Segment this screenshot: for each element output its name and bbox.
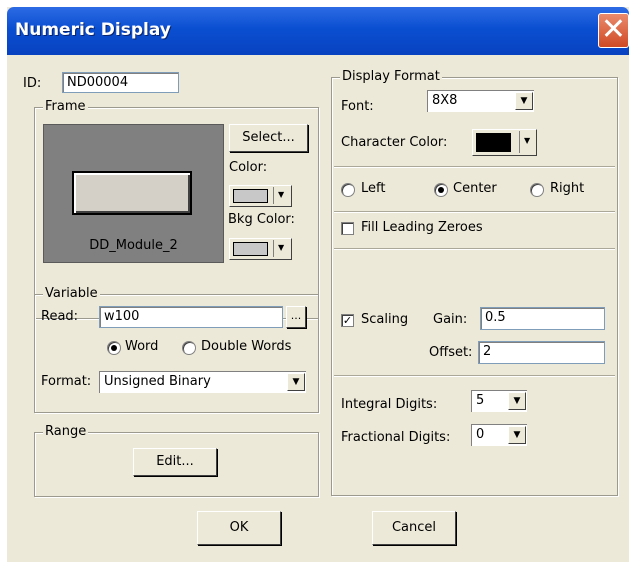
title-bar[interactable]: Numeric Display ✕ xyxy=(7,7,629,55)
chevron-down-icon: ▼ xyxy=(287,373,305,391)
chevron-down-icon: ▼ xyxy=(278,243,285,252)
align-right-label: Right xyxy=(550,181,585,196)
bkg-color-picker[interactable]: ▼ xyxy=(229,238,292,260)
select-frame-button[interactable]: Select... xyxy=(229,124,308,152)
edit-range-button[interactable]: Edit... xyxy=(133,448,217,476)
fill-zeroes-checkbox[interactable] xyxy=(341,222,354,235)
bkg-color-swatch xyxy=(233,242,268,256)
color-label: Color: xyxy=(229,160,268,175)
offset-input[interactable]: 2 xyxy=(478,341,605,364)
browse-button[interactable]: ... xyxy=(286,306,306,328)
separator xyxy=(334,211,615,213)
integral-digits-value: 5 xyxy=(476,393,485,408)
frame-preview-name: DD_Module_2 xyxy=(89,238,178,253)
offset-label: Offset: xyxy=(429,345,473,360)
fractional-digits-label: Fractional Digits: xyxy=(341,430,451,445)
font-value: 8X8 xyxy=(432,93,458,108)
variable-group: Variable Read: w100 ... Word Double Word… xyxy=(34,286,319,413)
char-color-swatch xyxy=(476,133,511,152)
read-label: Read: xyxy=(41,309,79,324)
picker-separator xyxy=(273,240,274,257)
integral-digits-label: Integral Digits: xyxy=(341,397,438,412)
fractional-digits-value: 0 xyxy=(476,427,485,442)
align-center-radio[interactable] xyxy=(434,183,448,197)
font-select[interactable]: 8X8 ▼ xyxy=(427,90,534,112)
scaling-checkbox[interactable]: ✓ xyxy=(341,314,354,327)
fractional-digits-select[interactable]: 0 ▼ xyxy=(471,424,527,446)
chevron-down-icon: ▼ xyxy=(515,92,533,110)
dialog-title: Numeric Display xyxy=(15,20,171,40)
read-input[interactable]: w100 xyxy=(99,306,283,328)
format-select[interactable]: Unsigned Binary ▼ xyxy=(99,371,306,393)
chevron-down-icon: ▼ xyxy=(508,392,526,410)
dialog-body: ID: ND00004 Frame DD_Module_2 Select... … xyxy=(7,55,629,562)
range-group: Range Edit... xyxy=(34,424,319,497)
separator xyxy=(334,375,615,377)
font-label: Font: xyxy=(341,99,374,114)
picker-separator xyxy=(519,131,520,153)
align-right-radio[interactable] xyxy=(530,183,544,197)
word-radio[interactable] xyxy=(107,341,121,355)
char-color-label: Character Color: xyxy=(341,135,448,150)
separator xyxy=(334,248,615,250)
align-center-label: Center xyxy=(453,181,497,196)
format-value: Unsigned Binary xyxy=(104,374,211,389)
double-words-label: Double Words xyxy=(201,339,292,354)
ok-button[interactable]: OK xyxy=(197,511,281,545)
char-color-picker[interactable]: ▼ xyxy=(472,129,537,156)
align-left-radio[interactable] xyxy=(341,183,355,197)
scaling-label: Scaling xyxy=(361,312,409,327)
frame-preview: DD_Module_2 xyxy=(43,124,224,263)
word-label: Word xyxy=(125,339,159,354)
display-format-legend: Display Format xyxy=(340,69,442,85)
variable-legend: Variable xyxy=(43,286,100,302)
gain-label: Gain: xyxy=(433,312,468,327)
chevron-down-icon: ▼ xyxy=(508,426,526,444)
double-words-radio[interactable] xyxy=(182,341,196,355)
id-input[interactable]: ND00004 xyxy=(62,72,179,93)
fill-zeroes-label: Fill Leading Zeroes xyxy=(361,220,483,235)
range-legend: Range xyxy=(43,424,89,440)
cancel-button[interactable]: Cancel xyxy=(372,511,456,545)
display-format-group: Display Format Font: 8X8 ▼ Character Col… xyxy=(331,69,618,496)
frame-legend: Frame xyxy=(43,99,88,115)
close-icon: ✕ xyxy=(600,12,627,47)
bkg-color-label: Bkg Color: xyxy=(228,212,295,227)
chevron-down-icon: ▼ xyxy=(278,190,285,199)
frame-color-picker[interactable]: ▼ xyxy=(229,185,292,207)
dialog-window: Numeric Display ✕ ID: ND00004 Frame DD_M… xyxy=(7,7,629,562)
integral-digits-select[interactable]: 5 ▼ xyxy=(471,390,527,412)
format-label: Format: xyxy=(41,374,92,389)
checkmark-icon: ✓ xyxy=(342,314,353,327)
frame-preview-box xyxy=(72,171,192,215)
frame-color-swatch xyxy=(233,189,268,203)
picker-separator xyxy=(273,187,274,204)
separator xyxy=(334,166,615,168)
close-button[interactable]: ✕ xyxy=(598,13,629,48)
chevron-down-icon: ▼ xyxy=(524,136,531,145)
align-left-label: Left xyxy=(361,181,386,196)
gain-input[interactable]: 0.5 xyxy=(480,307,605,330)
id-label: ID: xyxy=(23,76,42,91)
